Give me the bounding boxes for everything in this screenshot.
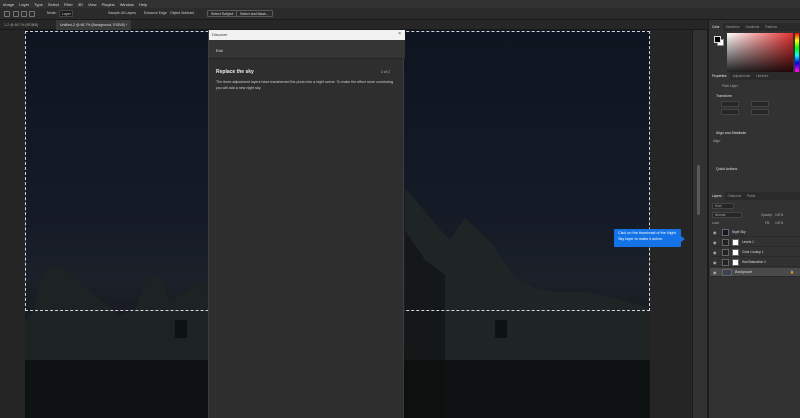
menu-window[interactable]: Window bbox=[120, 2, 134, 7]
discover-panel: Discover × Exit Replace the sky 2 of 2 T… bbox=[208, 30, 405, 418]
tutorial-step: 2 of 2 bbox=[381, 70, 390, 74]
enhance-edge-checkbox[interactable]: Enhance Edge bbox=[144, 11, 167, 15]
menu-type[interactable]: Type bbox=[34, 2, 43, 7]
visibility-eye-icon[interactable]: ◉ bbox=[713, 260, 717, 265]
opacity-label: Opacity: bbox=[761, 213, 773, 217]
sample-all-layers-checkbox[interactable]: Sample All Layers bbox=[108, 11, 136, 15]
layer-row-night-sky[interactable]: ◉ Night Sky bbox=[710, 228, 800, 237]
tab-adjustments[interactable]: Adjustments bbox=[730, 72, 754, 80]
layer-mask-thumbnail[interactable] bbox=[732, 239, 739, 246]
height-field[interactable] bbox=[751, 101, 769, 107]
kind-filter[interactable]: Kind bbox=[712, 203, 734, 209]
new-selection-icon[interactable] bbox=[13, 11, 19, 17]
visibility-eye-icon[interactable]: ◉ bbox=[713, 230, 717, 235]
right-panels: Color Swatches Gradients Patterns Proper… bbox=[708, 20, 800, 418]
menu-select[interactable]: Select bbox=[48, 2, 59, 7]
tutorial-body: The three adjustment layers have transfo… bbox=[216, 80, 394, 90]
tutorial-title: Replace the sky bbox=[216, 69, 254, 75]
kind-label: Kind bbox=[715, 204, 722, 208]
fill-value[interactable]: 100% bbox=[775, 221, 783, 225]
adjustment-icon bbox=[722, 259, 729, 266]
panel-scrollbar[interactable] bbox=[697, 165, 700, 215]
align-buttons[interactable] bbox=[713, 146, 771, 152]
menu-bar: Image Layer Type Select Filter 3D View P… bbox=[0, 0, 800, 8]
layer-name: Levels 1 bbox=[742, 240, 754, 244]
layer-row-background[interactable]: ◉ Background 🔒 bbox=[710, 268, 800, 277]
transform-section[interactable]: Transform bbox=[716, 94, 732, 98]
fill-label: Fill: bbox=[765, 221, 770, 225]
visibility-eye-icon[interactable]: ◉ bbox=[713, 250, 717, 255]
layer-row-hue-saturation[interactable]: ◉ Hue/Saturation 1 bbox=[710, 258, 800, 267]
layer-name: Hue/Saturation 1 bbox=[742, 260, 766, 264]
visibility-eye-icon[interactable]: ◉ bbox=[713, 270, 717, 275]
document-tab-bar: 1-2 @ 66.7% (RGB/8) Untitled-2 @ 66.7% (… bbox=[0, 20, 800, 30]
exit-button[interactable]: Exit bbox=[209, 40, 405, 59]
layers-panel-tabs: Layers Channels Paths bbox=[709, 192, 800, 200]
object-subtract-checkbox[interactable]: Object Subtract bbox=[170, 11, 194, 15]
align-label: Align: bbox=[713, 139, 721, 143]
width-field[interactable] bbox=[721, 101, 739, 107]
menu-view[interactable]: View bbox=[88, 2, 97, 7]
exit-label: Exit bbox=[216, 48, 223, 53]
select-subject-button[interactable]: Select Subject bbox=[207, 10, 238, 17]
document-tab-2[interactable]: Untitled-2 @ 66.7% (Background, RGB/8) * bbox=[56, 20, 132, 30]
color-panel-tabs: Color Swatches Gradients Patterns bbox=[709, 23, 800, 31]
lock-icon: 🔒 bbox=[790, 270, 794, 274]
mode-select[interactable]: Layer bbox=[59, 10, 73, 17]
visibility-eye-icon[interactable]: ◉ bbox=[713, 240, 717, 245]
document-tab-1[interactable]: 1-2 @ 66.7% (RGB/8) bbox=[0, 20, 42, 30]
coach-tooltip: Click on the thumbnail of the Night Sky … bbox=[614, 229, 685, 247]
select-and-mask-button[interactable]: Select and Mask... bbox=[236, 10, 273, 17]
tab-channels[interactable]: Channels bbox=[725, 192, 744, 200]
layer-name: Night Sky bbox=[732, 230, 746, 234]
tab-paths[interactable]: Paths bbox=[744, 192, 758, 200]
tool-preset-icon[interactable] bbox=[4, 11, 10, 17]
mode-value: Layer bbox=[62, 12, 71, 16]
options-bar: Mode: Layer Sample All Layers Enhance Ed… bbox=[0, 8, 800, 20]
layer-name: Color Lookup 1 bbox=[742, 250, 764, 254]
tab-properties[interactable]: Properties bbox=[709, 72, 730, 80]
pixel-layer-label: Pixel Layer bbox=[722, 84, 738, 88]
menu-image[interactable]: Image bbox=[3, 2, 14, 7]
tooltip-text: Click on the thumbnail of the Night Sky … bbox=[618, 231, 676, 241]
close-icon[interactable]: × bbox=[398, 31, 401, 37]
x-field[interactable] bbox=[721, 109, 739, 115]
blend-mode-select[interactable]: Normal bbox=[712, 212, 742, 218]
properties-panel-tabs: Properties Adjustments Libraries bbox=[709, 72, 800, 80]
adjustment-icon bbox=[722, 249, 729, 256]
tab-gradients[interactable]: Gradients bbox=[742, 23, 762, 31]
layer-mask-thumbnail[interactable] bbox=[732, 259, 739, 266]
tab-patterns[interactable]: Patterns bbox=[762, 23, 780, 31]
subtract-selection-icon[interactable] bbox=[29, 11, 35, 17]
tab-swatches[interactable]: Swatches bbox=[723, 23, 743, 31]
y-field[interactable] bbox=[751, 109, 769, 115]
layer-mask-thumbnail[interactable] bbox=[732, 249, 739, 256]
background-thumbnail[interactable] bbox=[722, 269, 732, 276]
menu-layer[interactable]: Layer bbox=[19, 2, 29, 7]
layer-row-levels[interactable]: ◉ Levels 1 bbox=[710, 238, 800, 247]
quick-actions-section[interactable]: Quick Actions bbox=[716, 167, 737, 171]
adjustment-icon bbox=[722, 239, 729, 246]
discover-header: Discover × bbox=[209, 30, 405, 40]
opacity-value[interactable]: 100% bbox=[775, 213, 783, 217]
discover-title: Discover bbox=[212, 32, 228, 37]
night-sky-thumbnail[interactable] bbox=[722, 229, 729, 236]
tab-layers[interactable]: Layers bbox=[709, 192, 725, 200]
layer-name: Background bbox=[735, 270, 753, 274]
lock-label: Lock: bbox=[712, 221, 720, 225]
tab-color[interactable]: Color bbox=[709, 23, 723, 31]
menu-filter[interactable]: Filter bbox=[64, 2, 73, 7]
align-section[interactable]: Align and Distribute bbox=[716, 131, 746, 135]
menu-plugins[interactable]: Plugins bbox=[102, 2, 115, 7]
menu-3d[interactable]: 3D bbox=[78, 2, 83, 7]
foreground-color-swatch[interactable] bbox=[714, 36, 721, 43]
menu-help[interactable]: Help bbox=[139, 2, 147, 7]
add-selection-icon[interactable] bbox=[21, 11, 27, 17]
mode-label: Mode: bbox=[47, 11, 57, 15]
collapsed-panel-column bbox=[692, 30, 707, 418]
blend-mode-value: Normal bbox=[715, 213, 726, 217]
layer-row-color-lookup[interactable]: ◉ Color Lookup 1 bbox=[710, 248, 800, 257]
tab-libraries[interactable]: Libraries bbox=[753, 72, 771, 80]
